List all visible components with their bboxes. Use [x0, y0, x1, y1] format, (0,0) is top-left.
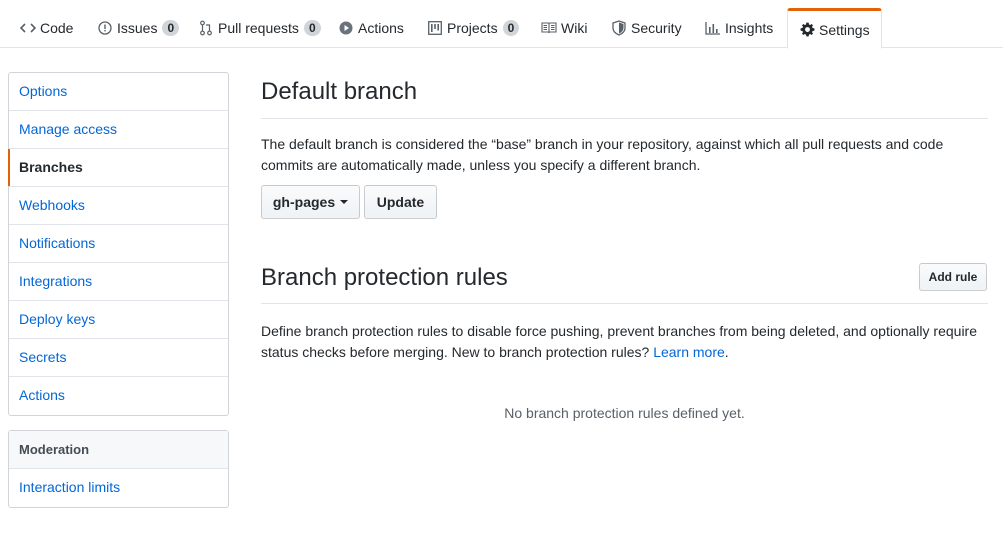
sidebar-item-branches[interactable]: Branches — [8, 149, 228, 187]
gear-icon — [799, 22, 815, 38]
sidebar-item-manage-access[interactable]: Manage access — [9, 111, 228, 149]
branch-protection-description: Define branch protection rules to disabl… — [261, 321, 988, 363]
empty-rules-message: No branch protection rules defined yet. — [504, 405, 745, 421]
tab-code[interactable]: Code — [20, 8, 73, 48]
shield-icon — [611, 20, 627, 36]
pull-requests-count-badge: 0 — [303, 20, 321, 36]
tab-issues[interactable]: Issues 0 — [97, 8, 180, 48]
graph-icon — [705, 20, 721, 36]
tab-security-label: Security — [631, 20, 682, 36]
tab-insights-label: Insights — [725, 20, 774, 36]
description-period: . — [724, 344, 729, 360]
tab-code-label: Code — [40, 20, 74, 36]
tab-actions[interactable]: Actions — [338, 8, 404, 48]
sidebar-item-deploy-keys[interactable]: Deploy keys — [9, 301, 228, 339]
default-branch-subhead: Default branch — [261, 75, 988, 119]
learn-more-link[interactable]: Learn more — [653, 344, 725, 360]
caret-down-icon — [340, 200, 349, 204]
code-icon — [20, 20, 36, 36]
project-icon — [427, 20, 443, 36]
sidebar-item-options[interactable]: Options — [9, 73, 228, 111]
branch-protection-subhead: Branch protection rules — [261, 262, 988, 304]
default-branch-description: The default branch is considered the “ba… — [261, 136, 944, 173]
settings-sidebar-menu: Options Manage access Branches Webhooks … — [8, 72, 229, 416]
sidebar-item-secrets[interactable]: Secrets — [9, 339, 228, 377]
issue-opened-icon — [97, 20, 113, 36]
moderation-sidebar-menu: Moderation Interaction limits — [8, 430, 229, 508]
tab-pull-requests[interactable]: Pull requests 0 — [198, 8, 321, 48]
play-icon — [338, 20, 354, 36]
tab-settings-label: Settings — [819, 21, 870, 38]
git-pull-request-icon — [198, 20, 214, 36]
tab-security[interactable]: Security — [611, 8, 682, 48]
tab-issues-label: Issues — [117, 20, 158, 36]
tab-insights[interactable]: Insights — [705, 8, 773, 48]
repo-tab-nav: Code Issues 0 Pull requests 0 Actions Pr… — [0, 0, 1003, 49]
default-branch-select-value: gh-pages — [272, 194, 336, 210]
tab-projects[interactable]: Projects 0 — [427, 8, 520, 48]
book-icon — [541, 20, 557, 36]
branch-protection-heading: Branch protection rules — [261, 264, 508, 291]
default-branch-select[interactable]: gh-pages — [261, 185, 360, 219]
update-button[interactable]: Update — [364, 185, 437, 219]
tab-actions-label: Actions — [358, 20, 404, 36]
projects-count-badge: 0 — [502, 20, 520, 36]
branch-protection-description-text: Define branch protection rules to disabl… — [261, 323, 977, 360]
sidebar-item-actions[interactable]: Actions — [9, 377, 228, 415]
tab-settings[interactable]: Settings — [787, 8, 882, 49]
sidebar-item-interaction-limits[interactable]: Interaction limits — [9, 469, 228, 507]
tab-pull-requests-label: Pull requests — [218, 20, 299, 36]
sidebar-item-webhooks[interactable]: Webhooks — [9, 187, 228, 225]
sidebar-item-notifications[interactable]: Notifications — [9, 225, 228, 263]
default-branch-heading: Default branch — [261, 78, 418, 105]
tab-wiki[interactable]: Wiki — [541, 8, 587, 48]
tab-wiki-label: Wiki — [561, 20, 588, 36]
add-rule-button[interactable]: Add rule — [919, 263, 987, 291]
moderation-heading: Moderation — [9, 431, 228, 469]
sidebar-item-integrations[interactable]: Integrations — [9, 263, 228, 301]
tab-projects-label: Projects — [447, 20, 498, 36]
issues-count-badge: 0 — [162, 20, 180, 36]
